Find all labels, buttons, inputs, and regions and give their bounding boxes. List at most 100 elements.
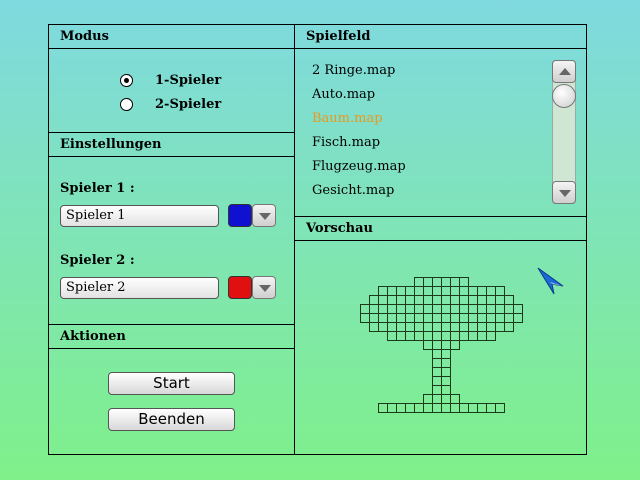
map-list-item[interactable]: Flugzeug.map <box>312 159 406 174</box>
preview-cell <box>441 376 451 386</box>
preview-cell <box>441 313 451 323</box>
preview-cell <box>513 304 523 314</box>
radio-button-2[interactable] <box>120 98 133 111</box>
preview-cell <box>387 304 397 314</box>
preview-cell <box>495 286 505 296</box>
preview-cell <box>405 313 415 323</box>
preview-cell <box>495 322 505 332</box>
quit-button[interactable]: Beenden <box>108 408 235 431</box>
preview-cell <box>441 322 451 332</box>
radio-button-1[interactable] <box>120 74 133 87</box>
preview-cell <box>495 403 505 413</box>
preview-cell <box>378 295 388 305</box>
vorschau-top-rule <box>295 216 587 217</box>
preview-cell <box>486 304 496 314</box>
preview-cell <box>477 322 487 332</box>
preview-cell <box>441 385 451 395</box>
mouse-cursor-icon <box>537 267 564 295</box>
preview-cell <box>405 322 415 332</box>
preview-cell <box>405 304 415 314</box>
preview-cell <box>504 322 514 332</box>
player2-color-swatch[interactable] <box>228 276 252 299</box>
preview-cell <box>369 295 379 305</box>
preview-cell <box>378 403 388 413</box>
preview-cell <box>441 367 451 377</box>
preview-cell <box>432 385 442 395</box>
preview-cell <box>414 322 424 332</box>
modus-title: Modus <box>60 29 109 44</box>
preview-cell <box>468 295 478 305</box>
preview-cell <box>423 322 433 332</box>
preview-cell <box>450 322 460 332</box>
preview-cell <box>450 277 460 287</box>
map-list-item[interactable]: Auto.map <box>312 87 375 102</box>
preview-cell <box>477 304 487 314</box>
player1-label: Spieler 1 : <box>60 181 135 196</box>
preview-cell <box>432 304 442 314</box>
aktionen-header-rule <box>48 348 295 349</box>
preview-cell <box>405 331 415 341</box>
preview-cell <box>387 322 397 332</box>
scroll-down-button[interactable] <box>552 181 576 204</box>
preview-cell <box>477 295 487 305</box>
preview-cell <box>486 403 496 413</box>
preview-cell <box>432 277 442 287</box>
player2-color-dropdown-button[interactable] <box>252 276 276 299</box>
player2-name-field[interactable]: Spieler 2 <box>60 277 219 299</box>
preview-cell <box>432 394 442 404</box>
map-list-item[interactable]: Fisch.map <box>312 135 380 150</box>
preview-cell <box>378 313 388 323</box>
preview-cell <box>468 313 478 323</box>
map-list-item[interactable]: Gesicht.map <box>312 183 394 198</box>
player2-label: Spieler 2 : <box>60 253 135 268</box>
preview-cell <box>369 304 379 314</box>
player1-color-swatch[interactable] <box>228 204 252 227</box>
preview-cell <box>405 295 415 305</box>
preview-cell <box>414 403 424 413</box>
preview-cell <box>360 304 370 314</box>
radio-label-2: 2-Spieler <box>155 97 222 112</box>
preview-cell <box>450 331 460 341</box>
preview-cell <box>396 304 406 314</box>
preview-cell <box>378 286 388 296</box>
preview-cell <box>396 331 406 341</box>
player1-color-dropdown-button[interactable] <box>252 204 276 227</box>
radio-2-spieler[interactable]: 2-Spieler <box>120 97 221 112</box>
preview-cell <box>432 376 442 386</box>
preview-cell <box>432 322 442 332</box>
preview-cell <box>459 322 469 332</box>
radio-label-1: 1-Spieler <box>155 73 222 88</box>
preview-cell <box>423 277 433 287</box>
player1-name-field[interactable]: Spieler 1 <box>60 205 219 227</box>
einstellungen-header-rule <box>48 156 295 157</box>
preview-cell <box>387 295 397 305</box>
map-list-item[interactable]: 2 Ringe.map <box>312 63 395 78</box>
preview-cell <box>459 403 469 413</box>
preview-cell <box>441 340 451 350</box>
spielfeld-title: Spielfeld <box>306 29 371 44</box>
modus-header-rule <box>48 48 295 49</box>
preview-cell <box>495 295 505 305</box>
preview-cell <box>396 403 406 413</box>
scroll-up-button[interactable] <box>552 60 576 83</box>
preview-cell <box>477 313 487 323</box>
preview-cell <box>441 349 451 359</box>
preview-cell <box>441 295 451 305</box>
preview-cell <box>432 367 442 377</box>
preview-cell <box>477 331 487 341</box>
start-button[interactable]: Start <box>108 372 235 395</box>
preview-cell <box>387 331 397 341</box>
preview-cell <box>441 331 451 341</box>
preview-cell <box>468 403 478 413</box>
scroll-thumb[interactable] <box>552 84 576 108</box>
preview-cell <box>423 340 433 350</box>
radio-1-spieler[interactable]: 1-Spieler <box>120 73 221 88</box>
preview-cell <box>450 286 460 296</box>
preview-cell <box>414 295 424 305</box>
preview-cell <box>468 331 478 341</box>
map-list-item-selected[interactable]: Baum.map <box>312 111 383 126</box>
preview-cell <box>450 295 460 305</box>
preview-cell <box>387 286 397 296</box>
preview-cell <box>432 331 442 341</box>
preview-cell <box>513 313 523 323</box>
